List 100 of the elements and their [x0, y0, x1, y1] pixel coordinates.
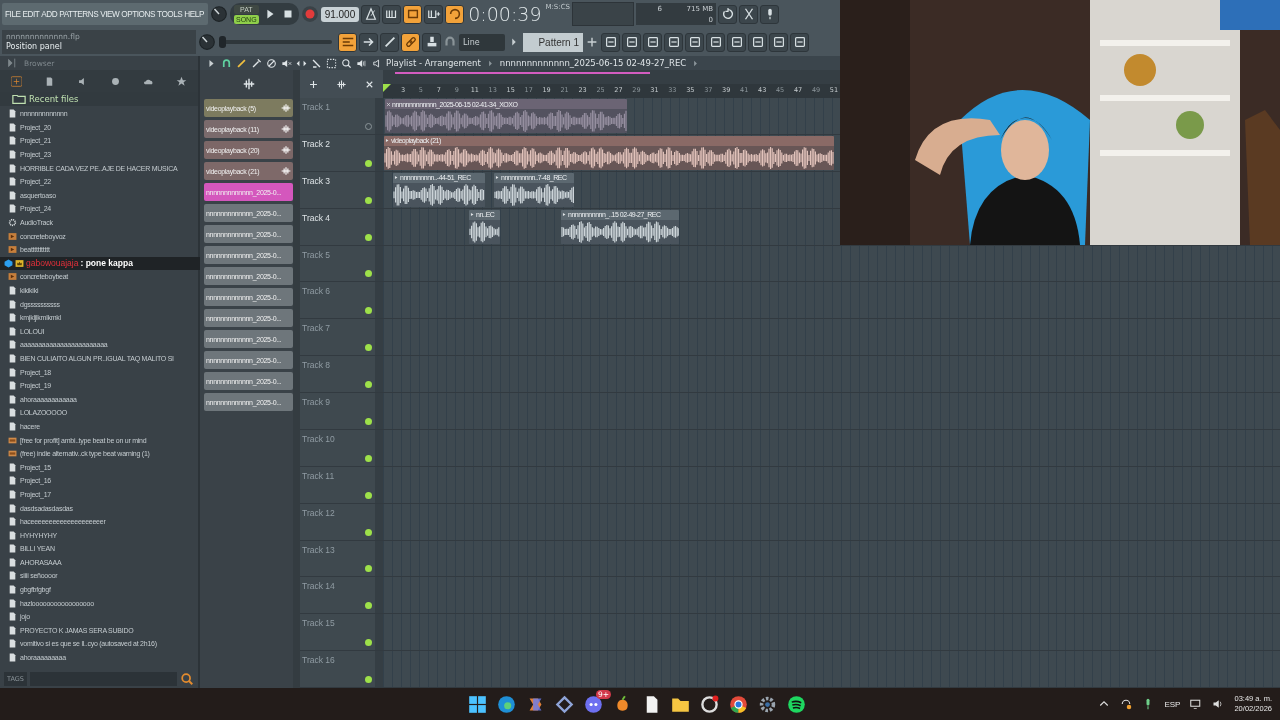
- circle-app-icon[interactable]: [700, 694, 719, 714]
- sync-icon[interactable]: [1120, 698, 1133, 710]
- track-header[interactable]: Track 4: [300, 208, 383, 245]
- menu-item[interactable]: FILE: [5, 9, 21, 19]
- language-indicator[interactable]: ESP: [1164, 699, 1181, 709]
- music-app-icon[interactable]: [787, 694, 806, 714]
- track-name[interactable]: Track 5: [302, 249, 331, 260]
- plus-icon[interactable]: [585, 35, 599, 49]
- track-toggle[interactable]: [365, 417, 372, 425]
- track-toggle[interactable]: [365, 565, 372, 573]
- track-name[interactable]: Track 10: [302, 433, 335, 444]
- track-name[interactable]: Track 14: [302, 581, 335, 592]
- track-name[interactable]: Track 4: [302, 212, 331, 223]
- track-toggle[interactable]: [365, 528, 372, 536]
- track-header[interactable]: Track 2: [300, 134, 383, 171]
- track-name[interactable]: Track 2: [302, 138, 331, 149]
- track-name[interactable]: Track 13: [302, 544, 335, 555]
- arrow-icon: [470, 212, 475, 218]
- star-icon[interactable]: [176, 75, 187, 87]
- track-name[interactable]: Track 3: [302, 175, 331, 186]
- waveform-icon[interactable]: [241, 77, 256, 91]
- waveform-icon: [281, 103, 291, 113]
- waveform-icon: [281, 166, 291, 176]
- track-header[interactable]: Track 11: [300, 466, 383, 503]
- track-header[interactable]: Track 6: [300, 282, 383, 319]
- track-header[interactable]: Track 1: [300, 98, 383, 134]
- track-header[interactable]: Track 12: [300, 503, 383, 540]
- track-name[interactable]: Track 15: [302, 618, 335, 629]
- track-name[interactable]: Track 11: [302, 470, 335, 481]
- oscilloscope-panel: [572, 2, 634, 26]
- track-header[interactable]: Track 14: [300, 577, 383, 614]
- arrow-icon[interactable]: [206, 57, 217, 69]
- menu-item[interactable]: OPTIONS: [121, 9, 155, 19]
- track-name[interactable]: Track 12: [302, 507, 335, 518]
- tempo-display[interactable]: 91.000: [320, 6, 360, 22]
- menu-item[interactable]: VIEW: [100, 9, 120, 19]
- track-name[interactable]: Track 9: [302, 397, 331, 407]
- select-icon[interactable]: [326, 57, 337, 69]
- track-toggle[interactable]: [365, 639, 372, 647]
- zoom-icon[interactable]: [341, 57, 352, 69]
- track-name[interactable]: Track 6: [302, 286, 331, 297]
- clip-selector[interactable]: nnnnnnnnnnnnn_2025-06-15 02-49-27_REC: [499, 58, 687, 68]
- track-toggle[interactable]: [365, 454, 372, 462]
- menu-item[interactable]: PATTERNS: [59, 9, 99, 19]
- magnet-icon[interactable]: [443, 35, 457, 49]
- magnet-icon[interactable]: [221, 57, 232, 69]
- track-header[interactable]: Track 9: [300, 393, 383, 429]
- delete-icon[interactable]: [266, 57, 277, 69]
- audio-file-icon: [8, 245, 17, 255]
- track-toggle[interactable]: [365, 270, 372, 278]
- section-header[interactable]: Recent files: [0, 92, 198, 106]
- waveform-icon[interactable]: [336, 78, 347, 90]
- track-header[interactable]: Track 16: [300, 651, 383, 687]
- track-name[interactable]: Track 16: [302, 655, 335, 666]
- chrome-icon[interactable]: [729, 694, 748, 714]
- track-header[interactable]: Track 3: [300, 171, 383, 208]
- arrow-icon: [562, 212, 567, 218]
- volume-knob[interactable]: [210, 5, 228, 23]
- track-header[interactable]: Track 15: [300, 614, 383, 651]
- menu-item[interactable]: TOOLS: [157, 9, 183, 19]
- track-toggle[interactable]: [365, 159, 372, 167]
- waveform-icon: [281, 145, 291, 155]
- monitor-icon[interactable]: [1190, 698, 1203, 710]
- search-icon[interactable]: [180, 672, 194, 686]
- browser-icon[interactable]: [497, 694, 516, 714]
- menu-item[interactable]: ADD: [41, 9, 58, 19]
- track-name[interactable]: Track 8: [302, 360, 331, 371]
- slice-icon[interactable]: [311, 57, 322, 69]
- track-toggle[interactable]: [365, 196, 372, 204]
- speaker-icon[interactable]: [371, 57, 382, 69]
- plus-icon[interactable]: [308, 78, 320, 90]
- menu-item[interactable]: HELP: [184, 9, 204, 19]
- track-toggle[interactable]: [365, 233, 372, 241]
- diamond-icon[interactable]: [555, 694, 574, 714]
- track-toggle[interactable]: [365, 491, 372, 499]
- position-marker-icon[interactable]: [383, 84, 391, 92]
- track-toggle[interactable]: [365, 676, 372, 683]
- settings-icon[interactable]: [758, 694, 777, 714]
- track-header[interactable]: Track 10: [300, 429, 383, 466]
- start-icon[interactable]: [468, 694, 487, 714]
- slider-thumb[interactable]: [219, 36, 226, 48]
- pitch-knob[interactable]: [198, 33, 216, 51]
- menu-item[interactable]: EDIT: [22, 9, 40, 19]
- track-toggle[interactable]: [365, 602, 372, 610]
- track-header[interactable]: Track 8: [300, 356, 383, 392]
- track-toggle[interactable]: [365, 344, 372, 352]
- snap-dropdown[interactable]: Line: [459, 33, 505, 51]
- pencil-icon[interactable]: [236, 57, 247, 69]
- brush-icon[interactable]: [251, 57, 262, 69]
- close-icon: [386, 101, 391, 107]
- track-toggle[interactable]: [365, 381, 372, 388]
- pattern-selector[interactable]: Pattern 1: [523, 32, 583, 52]
- hint-text: Position panel: [6, 42, 63, 52]
- track-header[interactable]: Track 5: [300, 245, 383, 282]
- track-name[interactable]: Track 1: [302, 102, 331, 112]
- plus-tab-icon[interactable]: [11, 75, 22, 87]
- track-header[interactable]: Track 7: [300, 319, 383, 356]
- track-name[interactable]: Track 7: [302, 323, 331, 334]
- track-header[interactable]: Track 13: [300, 540, 383, 577]
- track-toggle[interactable]: [365, 307, 372, 315]
